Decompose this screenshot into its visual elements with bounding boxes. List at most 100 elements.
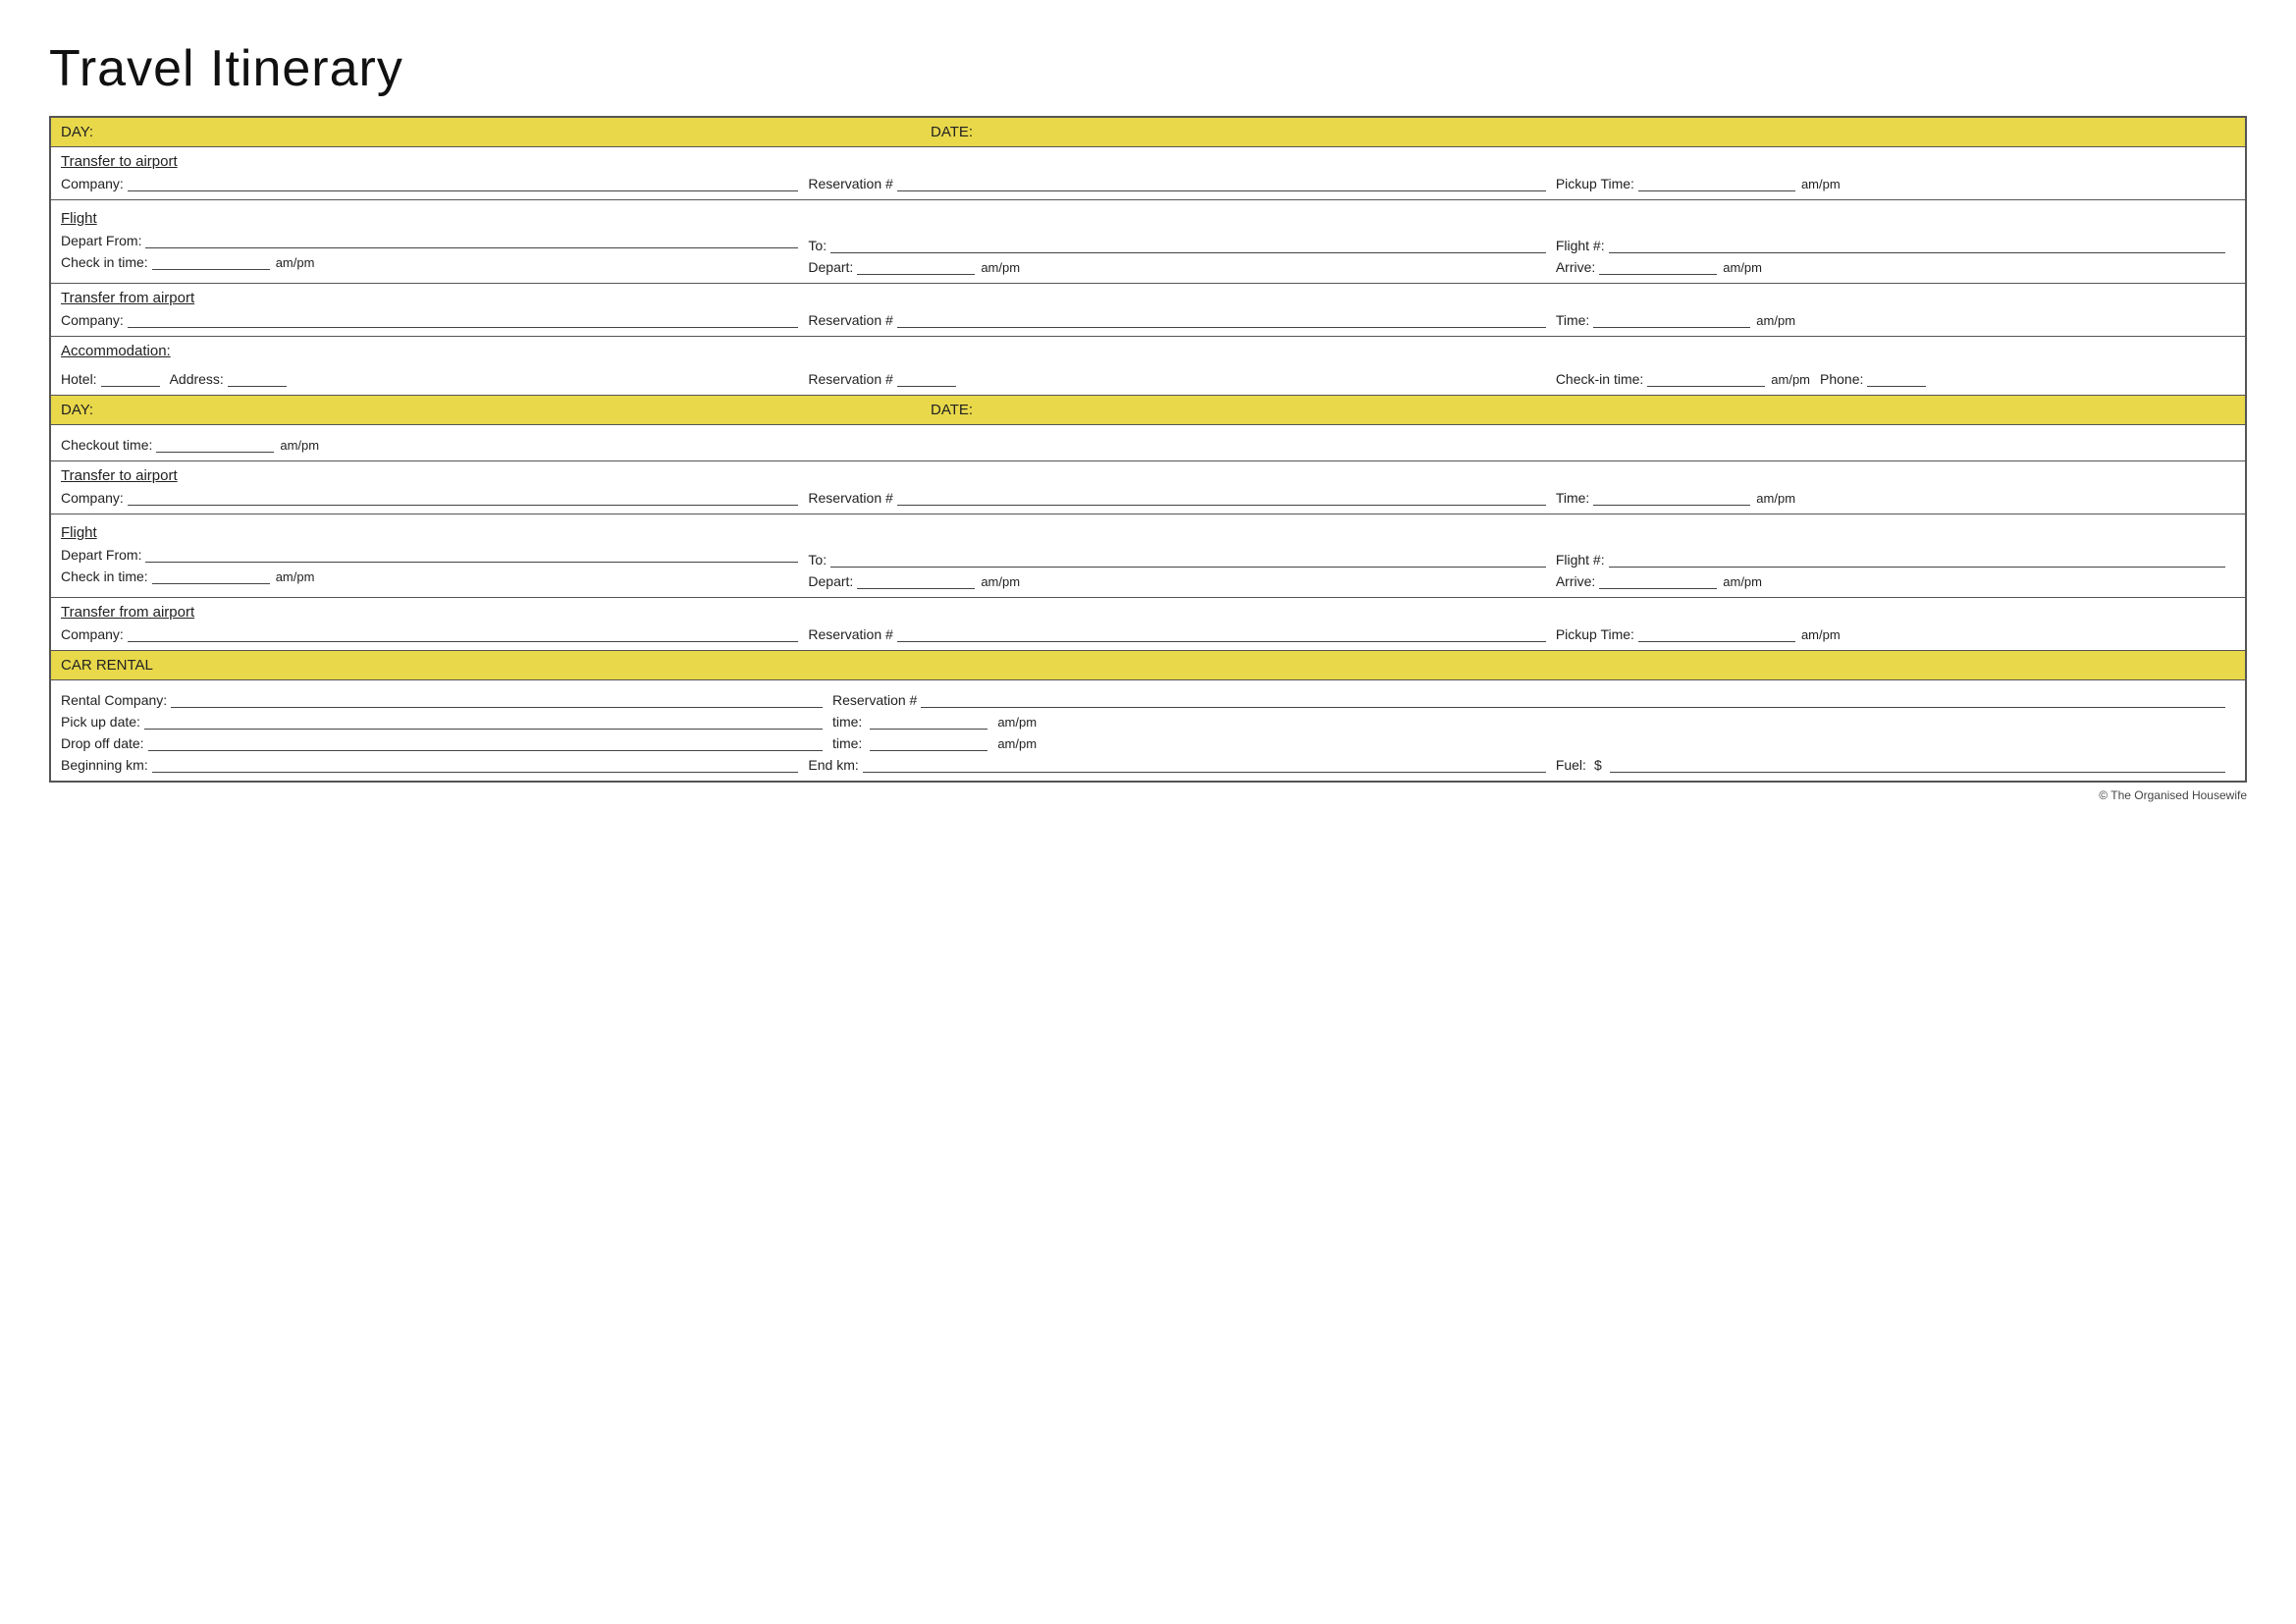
- page-title: Travel Itinerary: [49, 39, 2247, 98]
- time-field[interactable]: [1593, 310, 1750, 328]
- flight-hash-field2[interactable]: [1609, 550, 2225, 568]
- time-label: Time:: [1556, 312, 1589, 328]
- reservation-field3[interactable]: [897, 369, 956, 387]
- fuel-label: Fuel:: [1556, 757, 1586, 773]
- depart-label2: Depart:: [808, 573, 853, 589]
- phone-field[interactable]: [1867, 369, 1926, 387]
- ampm7: am/pm: [276, 569, 315, 584]
- day1-accommodation: Accommodation: Hotel: Address: Reservati…: [51, 337, 2245, 396]
- beginning-km-label: Beginning km:: [61, 757, 148, 773]
- reservation-label5: Reservation #: [808, 626, 892, 642]
- depart-from-label2: Depart From:: [61, 547, 141, 563]
- address-label: Address:: [170, 371, 224, 387]
- checkout-field[interactable]: [156, 435, 274, 453]
- to-label: To:: [808, 238, 827, 253]
- dropoff-date-field[interactable]: [148, 733, 823, 751]
- time-label-car2: time:: [832, 735, 862, 751]
- checkin-field[interactable]: [152, 252, 270, 270]
- day2-flight: Flight Depart From: Check in time: am/pm…: [51, 514, 2245, 598]
- checkin-label: Check in time:: [61, 254, 148, 270]
- address-field[interactable]: [228, 369, 287, 387]
- car-reservation-field[interactable]: [921, 690, 2225, 708]
- reservation-label2: Reservation #: [808, 312, 892, 328]
- dropoff-date-label: Drop off date:: [61, 735, 144, 751]
- reservation-label: Reservation #: [808, 176, 892, 191]
- end-km-field[interactable]: [863, 755, 1546, 773]
- to-field[interactable]: [830, 236, 1546, 253]
- itinerary-table: DAY: DATE: Transfer to airport Company: …: [49, 116, 2247, 783]
- car-rental-header: CAR RENTAL: [51, 651, 2245, 680]
- arrive-label2: Arrive:: [1556, 573, 1595, 589]
- day2-header: DAY: DATE:: [51, 396, 2245, 425]
- reservation-field2[interactable]: [897, 310, 1546, 328]
- depart-field[interactable]: [857, 257, 975, 275]
- day2-transfer-from-airport: Transfer from airport Company: Reservati…: [51, 598, 2245, 651]
- pickup-time-field[interactable]: [1638, 174, 1795, 191]
- ampm: am/pm: [1801, 177, 1841, 191]
- checkout-ampm: am/pm: [280, 438, 319, 453]
- ampm9: am/pm: [1723, 574, 1762, 589]
- day2-date-label: DATE:: [931, 402, 2235, 418]
- company-field[interactable]: [128, 174, 799, 191]
- time-label-car1: time:: [832, 714, 862, 730]
- hotel-label: Hotel:: [61, 371, 97, 387]
- ampm-car2: am/pm: [997, 736, 1037, 751]
- transfer-from-airport-title2: Transfer from airport: [61, 604, 2235, 621]
- reservation-field[interactable]: [897, 174, 1546, 191]
- end-km-label: End km:: [808, 757, 858, 773]
- checkin-field2[interactable]: [152, 567, 270, 584]
- to-field2[interactable]: [830, 550, 1546, 568]
- depart-field2[interactable]: [857, 571, 975, 589]
- transfer-to-airport-title2: Transfer to airport: [61, 467, 2235, 484]
- company-label4: Company:: [61, 626, 124, 642]
- ampm2: am/pm: [981, 260, 1020, 275]
- time-field-car2[interactable]: [870, 733, 988, 751]
- pickup-date-field[interactable]: [144, 712, 823, 730]
- depart-from-field2[interactable]: [145, 545, 798, 563]
- checkin-time-field[interactable]: [1647, 369, 1765, 387]
- accommodation-title: Accommodation:: [61, 343, 2235, 359]
- fuel-field[interactable]: [1610, 755, 2225, 773]
- checkin-time-label: Check-in time:: [1556, 371, 1643, 387]
- checkout-label: Checkout time:: [61, 437, 152, 453]
- flight-hash-field[interactable]: [1609, 236, 2225, 253]
- ampm6: am/pm: [1756, 491, 1795, 506]
- arrive-field2[interactable]: [1599, 571, 1717, 589]
- ampm8: am/pm: [981, 574, 1020, 589]
- car-rental-label: CAR RENTAL: [61, 657, 153, 674]
- day1-header: DAY: DATE:: [51, 118, 2245, 147]
- arrive-field[interactable]: [1599, 257, 1717, 275]
- pickup-time-field2[interactable]: [1638, 624, 1795, 642]
- reservation-field4[interactable]: [897, 488, 1546, 506]
- day1-transfer-from-airport: Transfer from airport Company: Reservati…: [51, 284, 2245, 337]
- rental-company-label: Rental Company:: [61, 692, 167, 708]
- day2-day-label: DAY:: [61, 402, 931, 418]
- reservation-field5[interactable]: [897, 624, 1546, 642]
- beginning-km-field[interactable]: [152, 755, 799, 773]
- company-label2: Company:: [61, 312, 124, 328]
- depart-label: Depart:: [808, 259, 853, 275]
- transfer-to-airport-title: Transfer to airport: [61, 153, 2235, 170]
- pickup-date-label: Pick up date:: [61, 714, 140, 730]
- time-field-car1[interactable]: [870, 712, 988, 730]
- copyright: © The Organised Housewife: [49, 788, 2247, 802]
- ampm-car1: am/pm: [997, 715, 1037, 730]
- day1-transfer-to-airport: Transfer to airport Company: Reservation…: [51, 147, 2245, 200]
- company-field4[interactable]: [128, 624, 799, 642]
- transfer-from-airport-title: Transfer from airport: [61, 290, 2235, 306]
- flight-title: Flight: [61, 210, 808, 227]
- ampm10: am/pm: [1801, 627, 1841, 642]
- company-field2[interactable]: [128, 310, 799, 328]
- checkin-label2: Check in time:: [61, 568, 148, 584]
- rental-company-field[interactable]: [171, 690, 823, 708]
- time-label2: Time:: [1556, 490, 1589, 506]
- flight-hash-label2: Flight #:: [1556, 552, 1605, 568]
- depart-from-field[interactable]: [145, 231, 798, 248]
- company-label: Company:: [61, 176, 124, 191]
- hotel-field[interactable]: [101, 369, 160, 387]
- ampm5: am/pm: [1771, 372, 1810, 387]
- time-field2[interactable]: [1593, 488, 1750, 506]
- day1-day-label: DAY:: [61, 124, 931, 140]
- flight-hash-label: Flight #:: [1556, 238, 1605, 253]
- company-field3[interactable]: [128, 488, 799, 506]
